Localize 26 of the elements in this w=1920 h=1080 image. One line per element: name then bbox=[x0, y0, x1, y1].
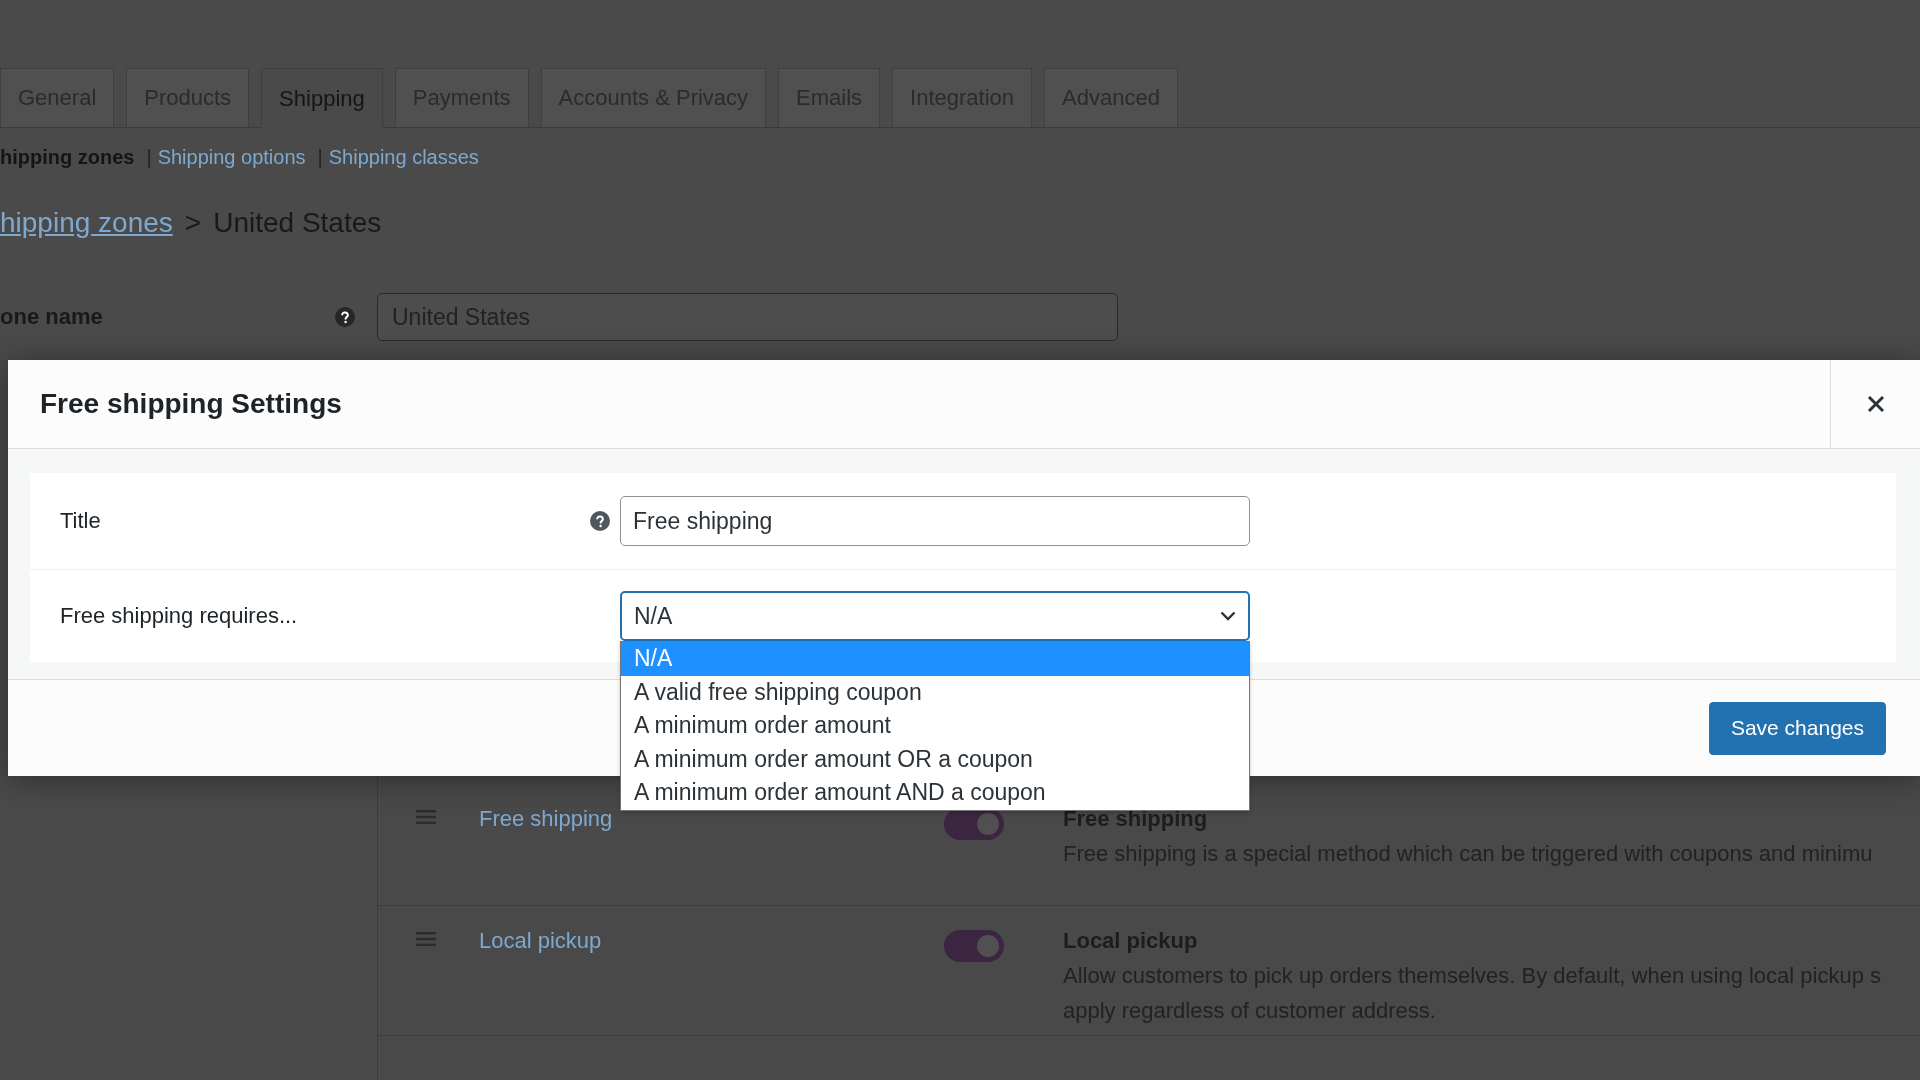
drag-handle-icon[interactable] bbox=[416, 932, 436, 946]
separator: | bbox=[146, 146, 152, 169]
breadcrumb-link[interactable]: hipping zones bbox=[0, 207, 173, 239]
separator: | bbox=[317, 146, 323, 169]
dropdown-option[interactable]: A minimum order amount AND a coupon bbox=[621, 776, 1249, 810]
dropdown-option[interactable]: A minimum order amount OR a coupon bbox=[621, 742, 1249, 776]
breadcrumb-separator: > bbox=[184, 207, 202, 239]
enable-toggle[interactable] bbox=[944, 930, 1004, 962]
close-icon bbox=[1866, 395, 1885, 413]
requirement-select[interactable]: N/A bbox=[620, 591, 1250, 641]
dropdown-option[interactable]: A valid free shipping coupon bbox=[621, 675, 1249, 709]
save-button[interactable]: Save changes bbox=[1708, 701, 1886, 755]
field-label: Title bbox=[60, 508, 102, 534]
method-name-link[interactable]: Free shipping bbox=[479, 806, 613, 831]
title-field[interactable]: Free shipping bbox=[620, 496, 1250, 546]
dropdown-option[interactable]: N/A bbox=[621, 642, 1249, 676]
help-icon bbox=[335, 307, 355, 327]
section-link[interactable]: Shipping classes bbox=[328, 146, 479, 169]
help-icon bbox=[590, 511, 610, 531]
dialog-title: Free shipping Settings bbox=[40, 388, 342, 420]
field-label: Free shipping requires... bbox=[60, 603, 299, 629]
dropdown-option[interactable]: A minimum order amount bbox=[621, 709, 1249, 743]
drag-handle-icon[interactable] bbox=[416, 810, 436, 824]
section-link[interactable]: Shipping options bbox=[157, 146, 306, 169]
chevron-down-icon bbox=[1220, 611, 1236, 621]
method-name-link[interactable]: Local pickup bbox=[479, 928, 602, 953]
